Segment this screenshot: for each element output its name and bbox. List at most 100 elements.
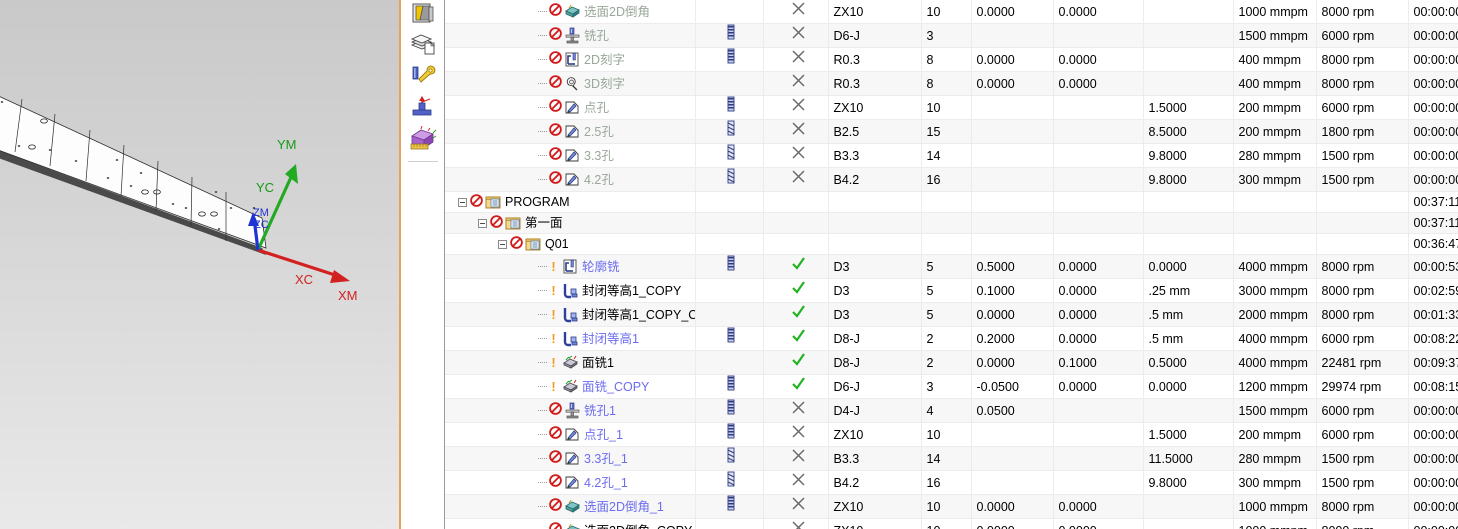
graphics-viewport[interactable]: YM YC XC XM ZM ZC	[0, 0, 399, 529]
axis-label-zm: ZM	[253, 207, 269, 219]
operation-row[interactable]: 4.2孔 B4.2 16 9.8000 300 mmpm 1500 rpm 00:00:00	[445, 167, 1458, 192]
operation-row[interactable]: 选面2D倒角_COPYZX10100.00000.00001000 mmpm80…	[445, 518, 1458, 529]
cutting-tool-icon-cell	[695, 302, 764, 327]
operation-name-cell[interactable]: PROGRAM	[445, 191, 696, 213]
depth-cell: .5 mm	[1143, 326, 1234, 351]
operation-row[interactable]: Q01 00:36:47	[445, 233, 1458, 255]
operation-row[interactable]: 选面2D倒角 ZX10 10 0.0000 0.0000 1000 mmpm 8000 rp…	[445, 0, 1458, 24]
operation-name-cell[interactable]: ! 面铣_COPY	[445, 374, 696, 399]
operation-name-cell[interactable]: 4.2孔_1	[445, 470, 696, 495]
operation-label: 封闭等高1_COPY	[582, 283, 682, 298]
expand-collapse-toggle[interactable]	[478, 218, 487, 228]
operation-name-cell[interactable]: 3D刻字	[445, 71, 696, 96]
operation-row[interactable]: 3.3孔_1 B3.3 14 11.5000 280 mmpm 1500 rpm 00:00…	[445, 446, 1458, 471]
operation-name-cell[interactable]: 选面2D倒角_COPY	[445, 518, 696, 529]
operation-row[interactable]: 2D刻字 R0.3 8 0.0000 0.0000 400 mmpm 8000 rpm 00:…	[445, 47, 1458, 72]
operation-row[interactable]: ! 封闭等高1_COPY D3 5 0.1000 0.0000.25 mm 3000 mmp…	[445, 278, 1458, 303]
operation-row[interactable]: ! 面铣_COPY D6-J 3 -0.0500 0.0000 0.0000 1200 mmp…	[445, 374, 1458, 399]
operation-name-cell[interactable]: 2.5孔	[445, 119, 696, 144]
operation-label: 选面2D倒角_COPY	[584, 521, 692, 529]
operation-name-cell[interactable]: 选面2D倒角_1	[445, 494, 696, 519]
operation-name-cell[interactable]: ! 面铣1	[445, 350, 696, 375]
end-mill-icon	[723, 399, 740, 419]
floor-stock-cell: 0.0000	[1053, 278, 1144, 303]
operation-name-cell[interactable]: ! 轮廓铣	[445, 254, 696, 279]
operation-row[interactable]: 点孔_1 ZX10 10 1.5000 200 mmpm 6000 rpm 00:00:00	[445, 422, 1458, 447]
spindle-speed-cell: 8000 rpm	[1316, 302, 1409, 327]
cutting-tool-icon-cell	[695, 167, 764, 192]
workpiece-origin-icon[interactable]	[407, 94, 439, 124]
blank-geometry-icon[interactable]	[407, 125, 439, 155]
feed-rate-cell: 200 mmpm	[1233, 119, 1317, 144]
machine-tool-view-icon[interactable]	[407, 1, 439, 31]
toolpath-status-cell	[763, 398, 829, 423]
geometry-view-icon[interactable]	[407, 32, 439, 62]
floor-stock-cell	[1053, 95, 1144, 120]
toolpath-status-cell	[763, 212, 829, 234]
operation-name-cell[interactable]: Q01	[445, 233, 696, 255]
tree-connector	[538, 410, 548, 411]
machine-time-cell: 00:00:00	[1408, 518, 1458, 529]
operation-name-cell[interactable]: 3.3孔	[445, 143, 696, 168]
operation-label: 3.3孔	[584, 148, 614, 163]
operation-row[interactable]: ! 轮廓铣 D3 5 0.5000 0.0000 0.0000 4000 mmpm 8000 r…	[445, 254, 1458, 279]
operation-row[interactable]: 第一面 00:37:11	[445, 212, 1458, 234]
operation-name-cell[interactable]: 2D刻字	[445, 47, 696, 72]
operation-row[interactable]: 3.3孔 B3.3 14 9.8000 280 mmpm 1500 rpm 00:00:00	[445, 143, 1458, 168]
operation-navigator[interactable]: 选面2D倒角 ZX10 10 0.0000 0.0000 1000 mmpm 8000 rp…	[445, 0, 1458, 529]
path-generated-check-icon	[790, 305, 807, 323]
depth-cell	[1143, 233, 1234, 255]
operation-row[interactable]: 选面2D倒角_1 ZX10 10 0.0000 0.0000 1000 mmpm 8000 …	[445, 494, 1458, 519]
twist-drill-icon	[723, 120, 740, 140]
operation-row[interactable]: !封闭等高1_COPY_COPYD350.00000.0000.5 mm2000…	[445, 302, 1458, 327]
depth-cell: 8.5000	[1143, 119, 1234, 144]
operation-name-cell[interactable]: 3.3孔_1	[445, 446, 696, 471]
part-stock-cell	[971, 422, 1054, 447]
cutting-tool-icon-cell	[695, 254, 764, 279]
operation-name-cell[interactable]: 第一面	[445, 212, 696, 234]
axis-label-xc: XC	[295, 272, 314, 287]
floor-stock-cell: 0.0000	[1053, 326, 1144, 351]
depth-cell	[1143, 0, 1234, 24]
feed-rate-cell: 1000 mmpm	[1233, 494, 1317, 519]
operation-name-cell[interactable]: ! 封闭等高1_COPY_COPY	[445, 302, 696, 327]
toolpath-status-cell	[763, 350, 829, 375]
tool-name-cell: D6-J	[828, 23, 922, 48]
operation-name-cell[interactable]: ! 封闭等高1_COPY	[445, 278, 696, 303]
expand-collapse-toggle[interactable]	[498, 239, 507, 249]
machine-time-cell: 00:00:00	[1408, 494, 1458, 519]
part-stock-cell: 0.0000	[971, 494, 1054, 519]
operation-name-cell[interactable]: 点孔	[445, 95, 696, 120]
operation-row[interactable]: 3D刻字 R0.3 8 0.0000 0.0000 400 mmpm 8000 rpm 00:…	[445, 71, 1458, 96]
machine-time-cell: 00:37:11	[1408, 191, 1458, 213]
operation-name-cell[interactable]: 点孔_1	[445, 422, 696, 447]
resource-bar-toolbar[interactable]	[399, 0, 445, 529]
toolpath-status-cell	[763, 119, 829, 144]
operation-type-icon	[562, 354, 579, 371]
twist-drill-icon	[723, 447, 740, 467]
operation-name-cell[interactable]: 铣孔1	[445, 398, 696, 423]
cutting-tool-icon-cell	[695, 143, 764, 168]
floor-stock-cell	[1053, 233, 1144, 255]
operation-label: 铣孔	[584, 28, 610, 43]
part-stock-cell: 0.0000	[971, 0, 1054, 24]
operation-name-cell[interactable]: 4.2孔	[445, 167, 696, 192]
operation-row[interactable]: ! 封闭等高1 D8-J 2 0.2000 0.0000.5 mm 4000 mmpm 600…	[445, 326, 1458, 351]
twist-drill-icon	[723, 471, 740, 491]
operation-row[interactable]: 4.2孔_1 B4.2 16 9.8000 300 mmpm 1500 rpm 00:00:…	[445, 470, 1458, 495]
end-mill-icon	[723, 24, 740, 44]
end-mill-icon	[723, 255, 740, 275]
feed-rate-cell: 1200 mmpm	[1233, 374, 1317, 399]
operation-row[interactable]: PROGRAM 00:37:11	[445, 191, 1458, 213]
expand-collapse-toggle[interactable]	[458, 197, 467, 207]
tool-number-cell	[921, 233, 972, 255]
operation-name-cell[interactable]: ! 封闭等高1	[445, 326, 696, 351]
operation-row[interactable]: 铣孔1 D4-J 4 0.0500 1500 mmpm 6000 rpm 00:00:00	[445, 398, 1458, 423]
operation-name-cell[interactable]: 选面2D倒角	[445, 0, 696, 24]
operation-row[interactable]: 点孔 ZX10 10 1.5000 200 mmpm 6000 rpm 00:00:00	[445, 95, 1458, 120]
operation-name-cell[interactable]: 铣孔	[445, 23, 696, 48]
tool-setup-icon[interactable]	[407, 63, 439, 93]
operation-row[interactable]: ! 面铣1 D8-J 2 0.0000 0.1000 0.5000 4000 mmpm 2248…	[445, 350, 1458, 375]
operation-row[interactable]: 铣孔 D6-J 3 1500 mmpm 6000 rpm 00:00:00	[445, 23, 1458, 48]
operation-row[interactable]: 2.5孔 B2.5 15 8.5000 200 mmpm 1800 rpm 00:00:00	[445, 119, 1458, 144]
